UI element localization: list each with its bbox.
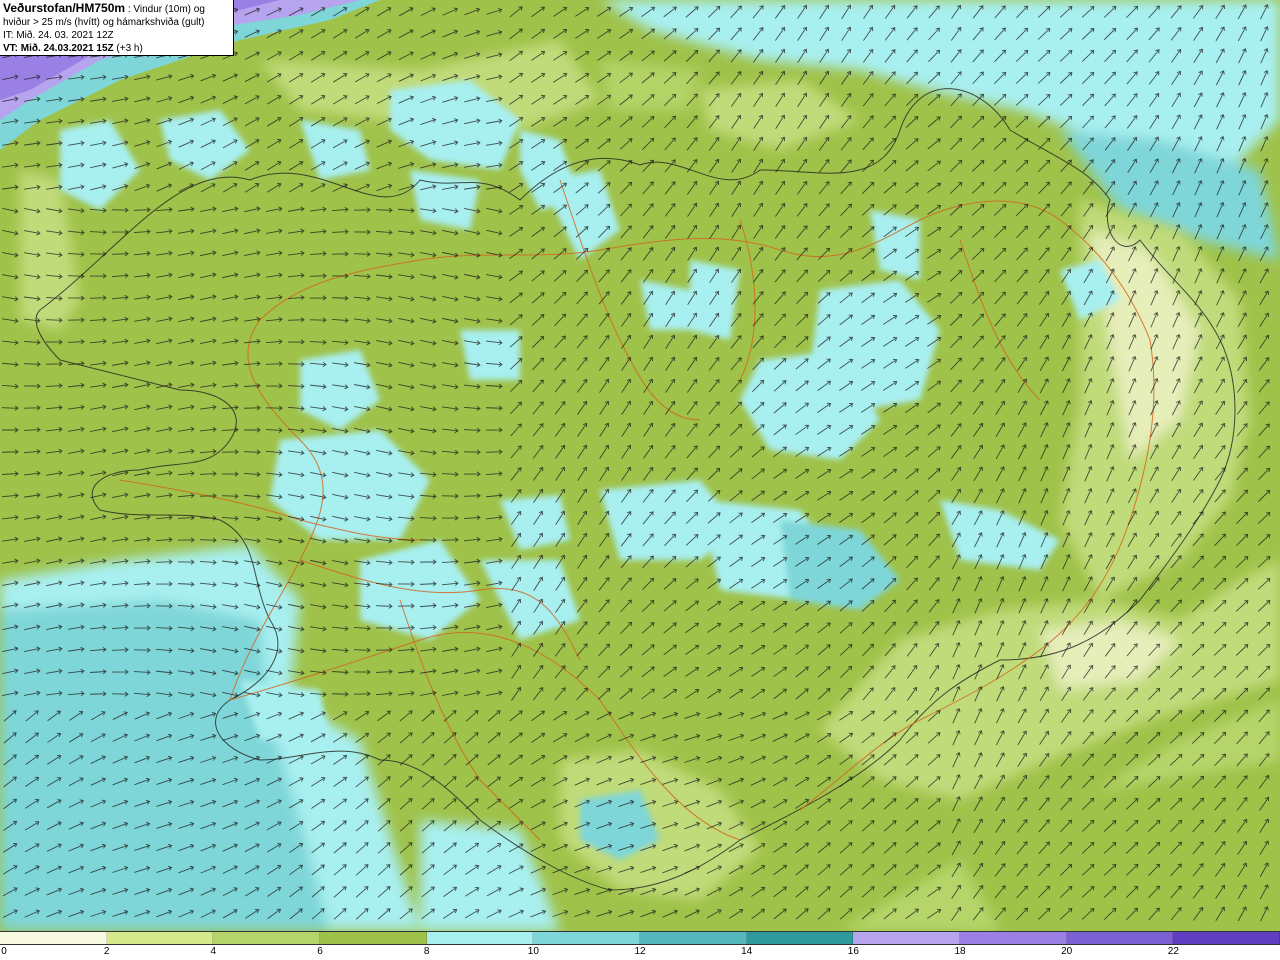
legend-swatch xyxy=(1066,932,1174,944)
legend-tick-label: 14 xyxy=(741,946,753,957)
legend-swatch xyxy=(1173,932,1280,944)
legend-tick-label: 18 xyxy=(954,946,966,957)
legend-swatch xyxy=(853,932,961,944)
legend-swatch xyxy=(640,932,747,944)
legend-tick-labels: 0 2 4 6 8 10 12 14 16 18 20 22 xyxy=(0,946,1280,960)
legend-tick-label: 10 xyxy=(527,946,539,957)
legend-swatch xyxy=(533,932,641,944)
legend-swatch xyxy=(213,932,321,944)
legend-tick-label: 16 xyxy=(847,946,859,957)
legend-tick-label: 8 xyxy=(423,946,430,957)
legend-tick-label: 2 xyxy=(103,946,110,957)
wind-map-svg[interactable] xyxy=(0,0,1280,931)
legend-swatch xyxy=(426,932,534,944)
forecast-offset: (+3 h) xyxy=(113,43,143,54)
wind-map[interactable] xyxy=(0,0,1280,960)
color-legend: 0 2 4 6 8 10 12 14 16 18 20 22 xyxy=(0,931,1280,960)
legend-tick-label: 0 xyxy=(1,946,7,957)
legend-tick-label: 22 xyxy=(1167,946,1179,957)
initial-time: IT: Mið. 24. 03. 2021 12Z xyxy=(3,30,114,41)
legend-tick-label: 12 xyxy=(634,946,646,957)
map-description-line2: hviður > 25 m/s (hvítt) og hámarkshviða … xyxy=(3,17,205,28)
valid-time: VT: Mið. 24.03.2021 15Z xyxy=(3,43,114,54)
legend-swatch xyxy=(746,932,854,944)
legend-tick-label: 20 xyxy=(1061,946,1073,957)
legend-tick-label: 6 xyxy=(317,946,323,957)
legend-tick-label: 4 xyxy=(210,946,217,957)
legend-swatch xyxy=(960,932,1067,944)
legend-swatch xyxy=(106,932,214,944)
legend-color-bar xyxy=(0,931,1280,945)
map-title: Veðurstofan/HM750m xyxy=(3,1,126,15)
map-description-line1: : Vindur (10m) og xyxy=(125,4,205,15)
map-header: Veðurstofan/HM750m : Vindur (10m) og hvi… xyxy=(0,0,234,56)
legend-swatch xyxy=(0,932,107,944)
legend-swatch xyxy=(320,932,427,944)
